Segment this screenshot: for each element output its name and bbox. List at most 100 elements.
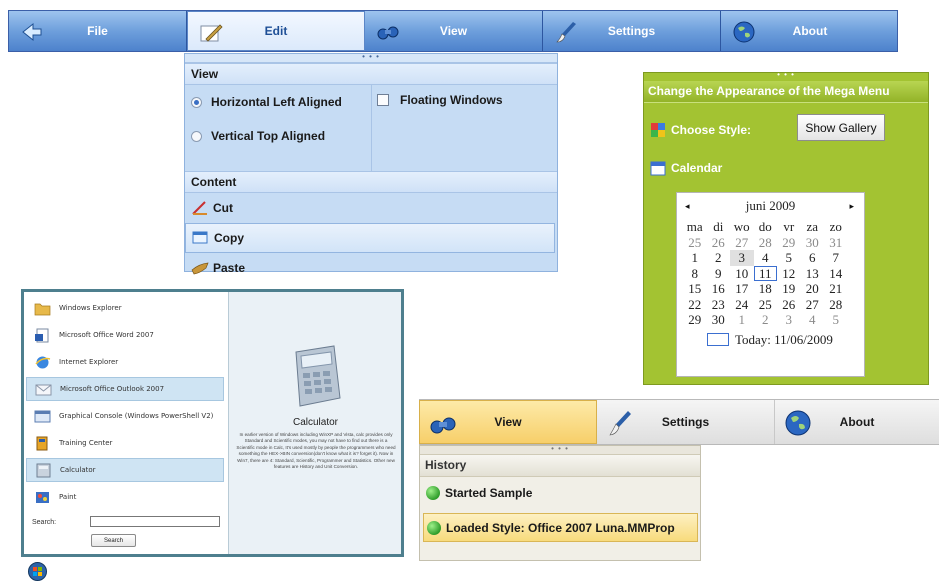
calendar-day[interactable]: 21	[824, 281, 848, 297]
radio-button[interactable]	[191, 130, 202, 142]
calendar-day[interactable]: 19	[777, 281, 801, 297]
calendar-day[interactable]: 25	[754, 297, 778, 313]
floating-windows-label: Floating Windows	[400, 93, 503, 107]
content-section-header: Content	[185, 171, 557, 193]
calendar-day[interactable]: 25	[683, 235, 707, 251]
menu-settings[interactable]: Settings	[597, 400, 775, 444]
calendar-day[interactable]: 15	[683, 281, 707, 297]
calendar-day[interactable]: 26	[707, 235, 731, 251]
calendar-day[interactable]: 27	[730, 235, 754, 251]
program-outlook[interactable]: Microsoft Office Outlook 2007	[26, 377, 224, 401]
calendar-day[interactable]: 27	[801, 297, 825, 313]
prev-month-icon[interactable]: ◂	[685, 193, 690, 219]
calendar-day[interactable]: 12	[777, 266, 801, 282]
search-button[interactable]: Search	[91, 534, 136, 547]
calendar-day[interactable]: 31	[824, 235, 848, 251]
calendar-day[interactable]: 2	[707, 250, 731, 266]
calendar-day[interactable]: 3	[777, 312, 801, 328]
calendar-day[interactable]: 6	[801, 250, 825, 266]
calendar-day[interactable]: 26	[777, 297, 801, 313]
menu-view[interactable]: View	[419, 400, 597, 444]
menu-file[interactable]: File	[9, 11, 187, 51]
calendar-day[interactable]: 24	[730, 297, 754, 313]
calendar-day[interactable]: 1	[730, 312, 754, 328]
next-month-icon[interactable]: ▸	[849, 193, 854, 219]
paste-label: Paste	[213, 261, 246, 275]
globe-icon	[785, 410, 811, 436]
history-entry[interactable]: Loaded Style: Office 2007 Luna.MMProp	[423, 513, 698, 542]
menu-about[interactable]: About	[721, 11, 899, 51]
program-word[interactable]: Microsoft Office Word 2007	[26, 323, 224, 347]
menu-view-label: View	[494, 415, 522, 429]
calendar-day[interactable]: 4	[801, 312, 825, 328]
dropdown-grip[interactable]: • • •	[185, 53, 557, 63]
calendar-day[interactable]: 30	[707, 312, 731, 328]
calendar-day[interactable]: 28	[754, 235, 778, 251]
calendar-day[interactable]: 29	[683, 312, 707, 328]
paint-icon	[36, 491, 49, 503]
checkbox[interactable]	[377, 94, 389, 106]
calendar-day[interactable]: 1	[683, 250, 707, 266]
program-powershell-console[interactable]: Graphical Console (Windows PowerShell V2…	[26, 404, 224, 428]
cut-command[interactable]: Cut	[185, 193, 557, 223]
calendar-day[interactable]: 30	[801, 235, 825, 251]
status-dot-icon	[427, 520, 441, 535]
calendar-day[interactable]: 22	[683, 297, 707, 313]
menu-edit[interactable]: Edit	[187, 11, 365, 51]
view-section-header: View	[185, 63, 557, 85]
calendar-day[interactable]: 9	[707, 266, 731, 282]
menu-view-label: View	[439, 24, 468, 38]
calendar-day[interactable]: 13	[801, 266, 825, 282]
panel-grip[interactable]: • • •	[644, 71, 928, 81]
radio-horizontal-left-aligned[interactable]: Horizontal Left Aligned	[191, 95, 342, 109]
calendar-day[interactable]: 17	[730, 281, 754, 297]
calculator-large-icon	[295, 345, 341, 407]
calendar-day[interactable]: 16	[707, 281, 731, 297]
calendar-day[interactable]: 14	[824, 266, 848, 282]
weekday-header: za	[806, 219, 819, 234]
calendar-day[interactable]: 3	[730, 250, 754, 266]
search-input[interactable]	[90, 516, 220, 527]
start-menu-preview-pane: Calculator In earlier version of Windows…	[228, 292, 401, 554]
calendar-day[interactable]: 8	[683, 266, 707, 282]
calendar-day[interactable]: 20	[801, 281, 825, 297]
menu-settings[interactable]: Settings	[543, 11, 721, 51]
calendar-day[interactable]: 5	[777, 250, 801, 266]
calendar-day[interactable]: 7	[824, 250, 848, 266]
calendar-month-title[interactable]: juni 2009	[746, 198, 795, 213]
menu-about-label: About	[839, 415, 875, 429]
program-calculator[interactable]: Calculator	[26, 458, 224, 482]
history-header: History	[420, 455, 700, 477]
checkbox-floating-windows[interactable]: Floating Windows	[377, 93, 503, 107]
show-gallery-button[interactable]: Show Gallery	[797, 114, 885, 141]
panel-grip[interactable]: • • •	[420, 445, 700, 455]
program-training-center[interactable]: Training Center	[26, 431, 224, 455]
calendar-day[interactable]: 10	[730, 266, 754, 282]
menu-about[interactable]: About	[775, 400, 939, 444]
internet-explorer-icon	[35, 356, 51, 368]
cut-icon	[192, 201, 207, 215]
history-entry[interactable]: Started Sample	[426, 486, 532, 500]
weekday-header: do	[758, 219, 772, 234]
weekday-header: di	[713, 219, 724, 234]
calendar-day[interactable]: 28	[824, 297, 848, 313]
word-icon	[35, 328, 49, 342]
calendar-day[interactable]: 29	[777, 235, 801, 251]
program-label: Internet Explorer	[59, 358, 119, 366]
copy-command[interactable]: Copy	[185, 223, 555, 253]
radio-vertical-top-aligned[interactable]: Vertical Top Aligned	[191, 129, 325, 143]
program-paint[interactable]: Paint	[26, 485, 224, 509]
calendar-day[interactable]: 5	[824, 312, 848, 328]
calendar-day[interactable]: 23	[707, 297, 731, 313]
calendar-day[interactable]: 11	[753, 265, 777, 281]
calendar-day[interactable]: 4	[754, 250, 778, 266]
calendar-day[interactable]: 18	[754, 281, 778, 297]
program-windows-explorer[interactable]: Windows Explorer	[26, 296, 224, 320]
menu-view[interactable]: View	[365, 11, 543, 51]
radio-button-selected[interactable]	[191, 96, 202, 108]
program-internet-explorer[interactable]: Internet Explorer	[26, 350, 224, 374]
calendar-day[interactable]: 2	[754, 312, 778, 328]
windows-orb-icon[interactable]	[28, 562, 47, 581]
calendar-today-row[interactable]: Today: 11/06/2009	[707, 332, 864, 348]
paste-command[interactable]: Paste	[185, 253, 557, 283]
